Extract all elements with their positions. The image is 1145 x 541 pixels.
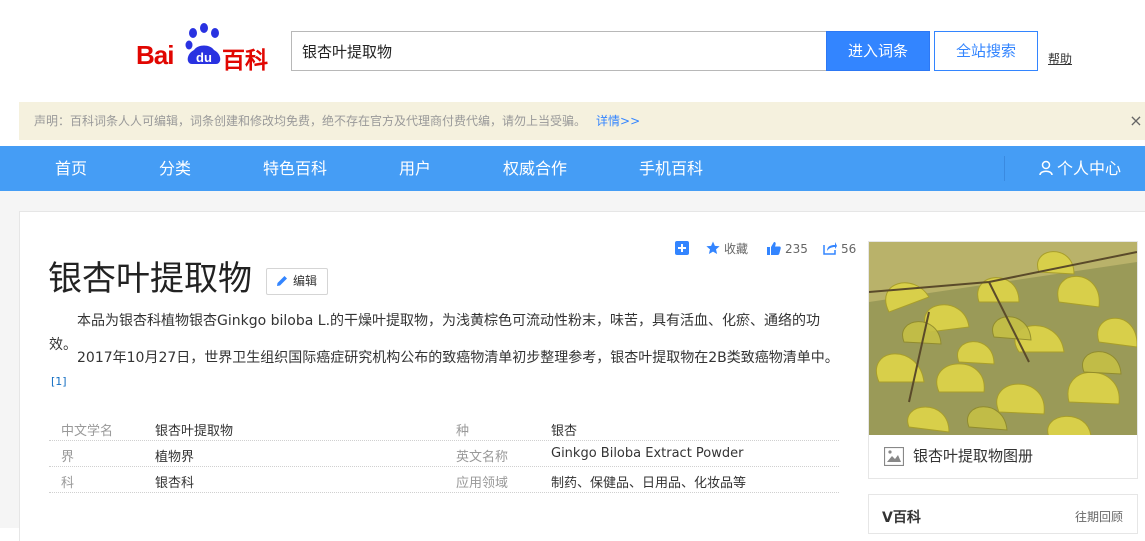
user-icon <box>1039 160 1053 176</box>
info-label: 种 <box>456 424 470 439</box>
search-input[interactable] <box>291 31 827 71</box>
header: Bai du 百科 进入词条 全站搜索 帮助 <box>0 0 1145 100</box>
logo-baike-text: 百科 <box>222 48 268 74</box>
site-search-button[interactable]: 全站搜索 <box>934 31 1038 71</box>
picture-icon <box>884 447 904 466</box>
user-center-link[interactable]: 个人中心 <box>1039 146 1121 191</box>
table-row: 界 植物界 英文名称 Ginkgo Biloba Extract Powder <box>49 441 839 467</box>
album-card[interactable]: 银杏叶提取物图册 <box>868 241 1138 479</box>
info-label: 应用领域 <box>456 476 509 491</box>
thumbs-up-icon <box>767 242 781 255</box>
reference-link[interactable]: [1] <box>51 375 67 388</box>
notice-bar: 声明：百科词条人人可编辑，词条创建和修改均免费，绝不存在官方及代理商付费代编，请… <box>19 102 1145 140</box>
nav-item-mobile[interactable]: 手机百科 <box>639 146 703 191</box>
edit-label: 编辑 <box>293 274 318 288</box>
edit-button[interactable]: 编辑 <box>266 268 328 295</box>
table-row: 科 银杏科 应用领域 制药、保健品、日用品、化妆品等 <box>49 467 839 493</box>
note-text: 2017年10月27日，世界卫生组织国际癌症研究机构公布的致癌物清单初步整理参考… <box>77 350 839 366</box>
star-icon <box>706 241 720 254</box>
close-icon[interactable]: × <box>1128 111 1144 131</box>
main-nav: 首页 分类 特色百科 用户 权威合作 手机百科 个人中心 <box>0 146 1145 191</box>
info-label: 界 <box>61 450 75 465</box>
likes-count: 235 <box>785 242 808 256</box>
add-icon-wrap[interactable] <box>675 240 693 258</box>
help-link[interactable]: 帮助 <box>1048 50 1072 67</box>
share-icon <box>823 242 837 255</box>
info-value: 银杏科 <box>155 476 195 491</box>
page-title: 银杏叶提取物 <box>48 259 252 299</box>
nav-item-category[interactable]: 分类 <box>159 146 191 191</box>
logo-du-text: du <box>196 50 212 65</box>
note-paragraph: 2017年10月27日，世界卫生组织国际癌症研究机构公布的致癌物清单初步整理参考… <box>49 346 839 399</box>
album-label: 银杏叶提取物图册 <box>913 447 1034 465</box>
like-button[interactable]: 235 <box>767 240 808 258</box>
nav-divider <box>1004 156 1005 181</box>
ginkgo-leaves-image <box>869 242 1137 435</box>
info-value: 制药、保健品、日用品、化妆品等 <box>551 476 747 491</box>
notice-text: 声明：百科词条人人可编辑，词条创建和修改均免费，绝不存在官方及代理商付费代编，请… <box>34 114 587 128</box>
info-value: 银杏叶提取物 <box>155 424 234 439</box>
share-button[interactable]: 56 <box>823 240 856 258</box>
user-center-label: 个人中心 <box>1057 159 1122 178</box>
shares-count: 56 <box>841 242 857 256</box>
nav-item-home[interactable]: 首页 <box>55 146 87 191</box>
v-baike-title: V百科 <box>882 510 921 526</box>
logo-bai-text: Bai <box>136 40 174 70</box>
info-label: 科 <box>61 476 75 491</box>
v-baike-history-link[interactable]: 往期回顾 <box>1075 508 1123 525</box>
info-value: Ginkgo Biloba Extract Powder <box>551 446 744 461</box>
pencil-icon <box>277 276 287 286</box>
enter-entry-button[interactable]: 进入词条 <box>826 31 930 71</box>
info-value: 植物界 <box>155 450 195 465</box>
paw-icon: du <box>185 23 221 65</box>
album-footer[interactable]: 银杏叶提取物图册 <box>869 435 1137 478</box>
notice-details-link[interactable]: 详情>> <box>596 114 640 128</box>
info-value: 银杏 <box>551 424 578 439</box>
nav-item-authority[interactable]: 权威合作 <box>503 146 567 191</box>
baidu-baike-logo[interactable]: Bai du 百科 <box>136 22 276 74</box>
add-icon <box>675 241 689 255</box>
info-label: 中文学名 <box>61 424 114 439</box>
collect-label: 收藏 <box>724 242 749 256</box>
table-row: 中文学名 银杏叶提取物 种 银杏 <box>49 415 839 441</box>
info-label: 英文名称 <box>456 450 509 465</box>
collect-button[interactable]: 收藏 <box>706 240 748 258</box>
v-baike-card: V百科 往期回顾 <box>868 494 1138 534</box>
nav-item-users[interactable]: 用户 <box>399 146 431 191</box>
nav-item-featured[interactable]: 特色百科 <box>263 146 327 191</box>
